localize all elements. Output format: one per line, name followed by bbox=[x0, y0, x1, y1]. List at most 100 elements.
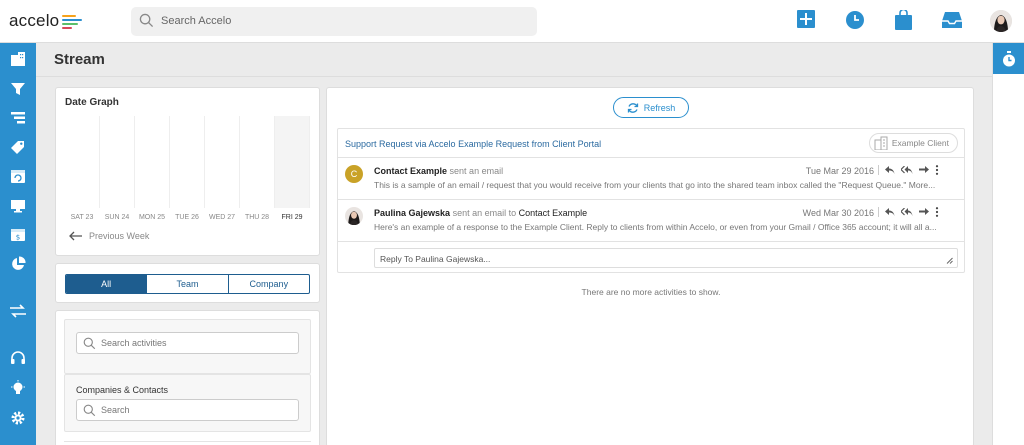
activity-message[interactable]: C Contact Example sent an email Tue Mar … bbox=[338, 158, 964, 200]
message-actions bbox=[878, 207, 939, 217]
day-label: THU 28 bbox=[244, 214, 270, 221]
inbox-icon[interactable] bbox=[942, 12, 962, 29]
arrow-left-icon bbox=[69, 231, 82, 241]
transfer-icon[interactable] bbox=[9, 302, 27, 320]
forward-icon[interactable] bbox=[919, 165, 929, 175]
reply-placeholder: Reply To Paulina Gajewska... bbox=[380, 254, 491, 264]
reply-icon[interactable] bbox=[885, 207, 895, 217]
thread-title-link[interactable]: Support Request via Accelo Example Reque… bbox=[345, 139, 601, 149]
accelo-logo[interactable]: accelo bbox=[9, 11, 84, 31]
day-label: WED 27 bbox=[208, 214, 236, 221]
day-label: SAT 23 bbox=[70, 214, 94, 221]
search-activities-box: Search activities bbox=[64, 319, 311, 374]
top-bar: accelo Search Accelo bbox=[0, 0, 1024, 43]
previous-week-link[interactable]: Previous Week bbox=[69, 231, 149, 241]
message-preview: This is a sample of an email / request t… bbox=[374, 180, 936, 190]
day-label: SUN 24 bbox=[104, 214, 130, 221]
no-more-activities: There are no more activities to show. bbox=[581, 287, 721, 297]
contact-avatar: C bbox=[345, 165, 363, 183]
thread-header: Support Request via Accelo Example Reque… bbox=[338, 129, 964, 158]
activity-filters-card: Search activities Companies & Contacts S… bbox=[55, 310, 320, 445]
settings-gear-icon[interactable] bbox=[9, 409, 27, 427]
sender-name[interactable]: Contact Example bbox=[374, 166, 447, 176]
sales-funnel-icon[interactable] bbox=[9, 80, 27, 98]
date-graph-day[interactable]: SUN 24 bbox=[100, 116, 135, 221]
companies-contacts-search-input[interactable]: Search bbox=[76, 399, 299, 421]
stopwatch-icon bbox=[1003, 50, 1015, 66]
search-placeholder: Search Accelo bbox=[161, 15, 232, 27]
reply-icon[interactable] bbox=[885, 165, 895, 175]
date-graph-day[interactable]: MON 25 bbox=[135, 116, 170, 221]
global-search-input[interactable]: Search Accelo bbox=[131, 7, 537, 36]
message-verb: sent an email bbox=[449, 166, 504, 176]
search-activities-placeholder: Search activities bbox=[101, 338, 167, 348]
page-header: Stream bbox=[36, 43, 992, 77]
resize-handle-icon[interactable] bbox=[946, 257, 953, 264]
svg-text:$: $ bbox=[16, 234, 20, 242]
date-graph-day-current[interactable]: FRI 29 bbox=[275, 116, 310, 221]
tab-team[interactable]: Team bbox=[147, 275, 229, 293]
tab-company[interactable]: Company bbox=[229, 275, 309, 293]
client-tag[interactable]: Example Client bbox=[868, 133, 958, 153]
date-graph-title: Date Graph bbox=[65, 97, 119, 108]
previous-week-label: Previous Week bbox=[89, 231, 150, 241]
companies-icon[interactable] bbox=[9, 50, 27, 68]
support-headset-icon[interactable] bbox=[9, 349, 27, 367]
page-title: Stream bbox=[54, 51, 105, 68]
client-tag-label: Example Client bbox=[891, 138, 949, 148]
more-options-icon[interactable] bbox=[935, 207, 939, 217]
lightbulb-icon[interactable] bbox=[9, 379, 27, 397]
search-icon bbox=[83, 337, 96, 350]
refresh-label: Refresh bbox=[643, 102, 676, 113]
divider bbox=[878, 165, 879, 175]
companies-contacts-title: Companies & Contacts bbox=[76, 385, 169, 395]
projects-icon[interactable] bbox=[9, 109, 27, 127]
user-avatar bbox=[345, 207, 363, 225]
date-graph-day[interactable]: WED 27 bbox=[205, 116, 240, 221]
recipient-name[interactable]: Contact Example bbox=[519, 208, 588, 218]
invoices-icon[interactable]: $ bbox=[9, 226, 27, 244]
date-graph-day[interactable]: SAT 23 bbox=[65, 116, 100, 221]
message-header: Contact Example sent an email bbox=[374, 166, 503, 176]
message-preview: Here's an example of a response to the E… bbox=[374, 222, 937, 232]
search-activities-input[interactable]: Search activities bbox=[76, 332, 299, 354]
filter-segmented-control: All Team Company bbox=[65, 274, 310, 294]
shopping-bag-icon[interactable] bbox=[895, 10, 912, 30]
message-date: Tue Mar 29 2016 bbox=[805, 166, 874, 176]
activity-stream-card: Refresh Support Request via Accelo Examp… bbox=[326, 87, 974, 445]
companies-contacts-box: Companies & Contacts Search bbox=[64, 374, 311, 432]
date-graph-day[interactable]: THU 28 bbox=[240, 116, 275, 221]
left-sidebar: $ bbox=[0, 43, 36, 445]
refresh-icon bbox=[627, 102, 638, 113]
timer-button[interactable] bbox=[993, 43, 1024, 74]
day-label: MON 25 bbox=[138, 214, 166, 221]
search-icon bbox=[83, 404, 96, 417]
reply-input[interactable]: Reply To Paulina Gajewska... bbox=[374, 248, 958, 268]
message-verb: sent an email to bbox=[452, 208, 517, 218]
reports-pie-icon[interactable] bbox=[9, 255, 27, 273]
clock-icon[interactable] bbox=[845, 10, 865, 30]
sender-name[interactable]: Paulina Gajewska bbox=[374, 208, 450, 218]
day-label: FRI 29 bbox=[281, 214, 303, 221]
filter-tabs-card: All Team Company bbox=[55, 263, 320, 303]
reply-all-icon[interactable] bbox=[901, 207, 913, 217]
add-icon[interactable] bbox=[797, 10, 815, 28]
tickets-icon[interactable] bbox=[9, 138, 27, 156]
building-icon bbox=[874, 136, 888, 150]
forward-icon[interactable] bbox=[919, 207, 929, 217]
day-label: TUE 26 bbox=[175, 214, 199, 221]
date-graph-day[interactable]: TUE 26 bbox=[170, 116, 205, 221]
activity-message[interactable]: Paulina Gajewska sent an email to Contac… bbox=[338, 200, 964, 242]
tab-all[interactable]: All bbox=[66, 275, 148, 293]
next-filter-section bbox=[64, 441, 311, 445]
more-options-icon[interactable] bbox=[935, 165, 939, 175]
date-graph-card: Date Graph SAT 23 SUN 24 MON 25 TUE 26 W… bbox=[55, 87, 320, 256]
date-graph-chart: SAT 23 SUN 24 MON 25 TUE 26 WED 27 THU 2… bbox=[65, 116, 310, 221]
retainers-icon[interactable] bbox=[9, 167, 27, 185]
desktop-icon[interactable] bbox=[9, 197, 27, 215]
message-date: Wed Mar 30 2016 bbox=[802, 208, 874, 218]
refresh-button[interactable]: Refresh bbox=[613, 97, 689, 118]
activity-thread: Support Request via Accelo Example Reque… bbox=[337, 128, 965, 273]
reply-all-icon[interactable] bbox=[901, 165, 913, 175]
user-avatar[interactable] bbox=[990, 10, 1012, 32]
